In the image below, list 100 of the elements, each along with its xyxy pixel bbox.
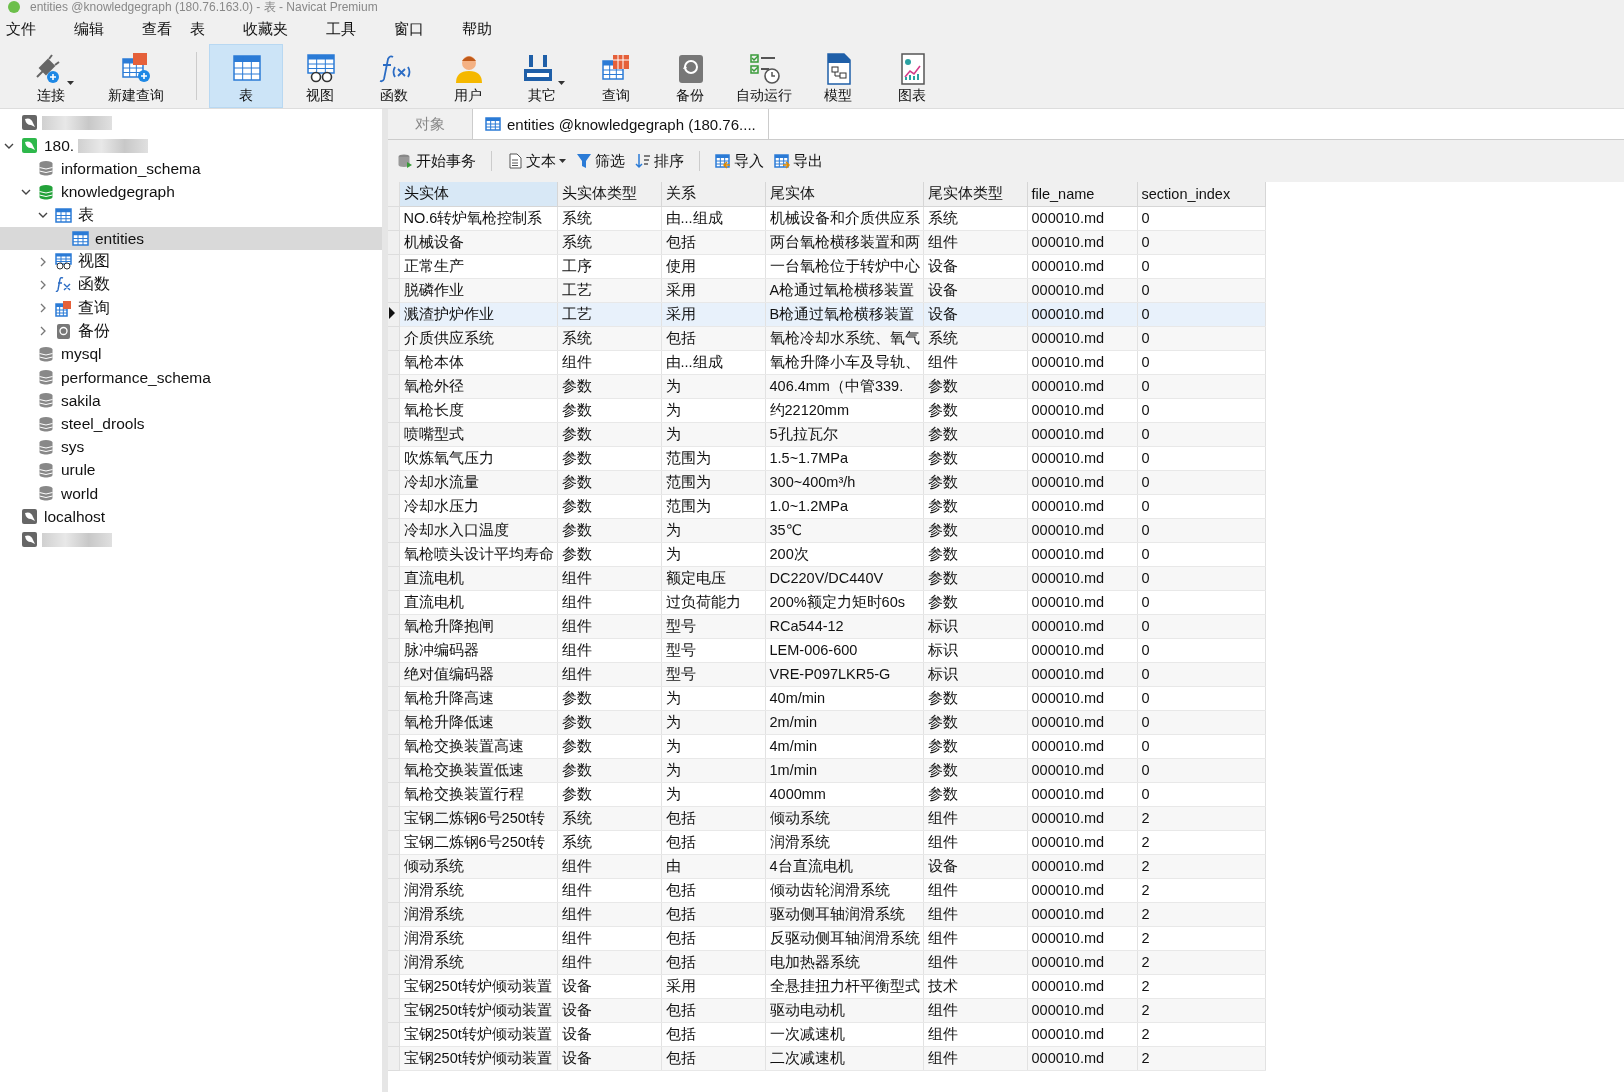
table-cell: 系统: [557, 206, 661, 230]
column-header[interactable]: 尾实体类型: [923, 182, 1027, 206]
tree-item[interactable]: 视图: [0, 250, 382, 274]
table-cell: 2m/min: [765, 710, 923, 734]
column-header[interactable]: 头实体类型: [557, 182, 661, 206]
column-header[interactable]: 头实体: [399, 182, 557, 206]
table-cell: 脉冲编码器: [399, 638, 557, 662]
tree-item[interactable]: urule: [0, 458, 382, 482]
tree-item[interactable]: information_schema: [0, 157, 382, 181]
table-cell: 采用: [661, 302, 765, 326]
table-cell: 0: [1137, 662, 1265, 686]
table-cell: 设备: [923, 302, 1027, 326]
table-cell: 过负荷能力: [661, 590, 765, 614]
toolbar-button[interactable]: 导入: [712, 149, 767, 173]
toolbar-button[interactable]: 自动运行: [727, 44, 801, 108]
table-cell: 参数: [923, 710, 1027, 734]
tree-item[interactable]: knowledgegraph: [0, 180, 382, 204]
table-cell: 组件: [923, 878, 1027, 902]
menu-item[interactable]: 表: [190, 19, 219, 39]
toolbar-button[interactable]: 开始事务: [394, 149, 479, 173]
toolbar-button[interactable]: 文本: [504, 149, 569, 173]
toolbar-button[interactable]: 导出: [771, 149, 826, 173]
column-header[interactable]: 尾实体: [765, 182, 923, 206]
toolbar-button[interactable]: 新建查询: [88, 44, 184, 108]
toolbar-button[interactable]: 连接: [14, 44, 88, 108]
column-header[interactable]: section_index: [1137, 182, 1265, 206]
toolbar-button[interactable]: 视图: [283, 44, 357, 108]
table-cell: 200%额定力矩时60s: [765, 590, 923, 614]
tree-item[interactable]: 查询: [0, 296, 382, 320]
table-cell: 宝钢二炼钢6号250t转: [399, 806, 557, 830]
tree-item[interactable]: steel_drools: [0, 412, 382, 436]
toolbar-button[interactable]: 函数: [357, 44, 431, 108]
table-cell: 0: [1137, 470, 1265, 494]
table-cell: 包括: [661, 926, 765, 950]
table-cell: 组件: [923, 1022, 1027, 1046]
table-cell: VRE-P097LKR5-G: [765, 662, 923, 686]
tree-item[interactable]: 表: [0, 203, 382, 227]
toolbar-button[interactable]: 图表: [875, 44, 949, 108]
menu-item[interactable]: 收藏夹: [243, 19, 302, 39]
column-header[interactable]: file_name: [1027, 182, 1137, 206]
table-cell: 系统: [923, 326, 1027, 350]
table-cell: 000010.md: [1027, 230, 1137, 254]
toolbar-button[interactable]: 表: [209, 44, 283, 108]
table-cell: 氧枪交换装置行程: [399, 782, 557, 806]
tree-item[interactable]: 180.: [0, 134, 382, 158]
table-cell: 采用: [661, 278, 765, 302]
menu-item[interactable]: 帮助: [462, 19, 506, 39]
table-cell: NO.6转炉氧枪控制系: [399, 206, 557, 230]
table-cell: 0: [1137, 230, 1265, 254]
menu-item[interactable]: 窗口: [394, 19, 438, 39]
table-cell: 000010.md: [1027, 854, 1137, 878]
table-cell: 5孔拉瓦尔: [765, 422, 923, 446]
table-cell: 氧枪交换装置高速: [399, 734, 557, 758]
tree-item[interactable]: sakila: [0, 389, 382, 413]
table-cell: B枪通过氧枪横移装置: [765, 302, 923, 326]
table-cell: 参数: [557, 494, 661, 518]
table-cell: 喷嘴型式: [399, 422, 557, 446]
toolbar-button[interactable]: 模型: [801, 44, 875, 108]
table-cell: 一次减速机: [765, 1022, 923, 1046]
tree-item[interactable]: entities: [0, 226, 382, 251]
toolbar-button[interactable]: 用户: [431, 44, 505, 108]
tree-item[interactable]: localhost: [0, 505, 382, 529]
table-cell: 为: [661, 422, 765, 446]
toolbar-button[interactable]: 排序: [632, 149, 687, 173]
menu-item[interactable]: 工具: [326, 19, 370, 39]
table-cell: 0: [1137, 446, 1265, 470]
tree-item[interactable]: performance_schema: [0, 366, 382, 390]
toolbar-button[interactable]: 其它: [505, 44, 579, 108]
table-cell: 0: [1137, 590, 1265, 614]
toolbar-button[interactable]: 备份: [653, 44, 727, 108]
table-cell: 采用: [661, 974, 765, 998]
table-cell: 0: [1137, 350, 1265, 374]
toolbar-button[interactable]: 筛选: [573, 149, 628, 173]
tree-item[interactable]: 备份: [0, 319, 382, 343]
table-cell: 000010.md: [1027, 662, 1137, 686]
tree-item[interactable]: sys: [0, 435, 382, 459]
table-cell: 参数: [923, 566, 1027, 590]
menu-item[interactable]: 文件: [6, 19, 50, 39]
query-table-icon: [119, 51, 153, 85]
table-cell: 000010.md: [1027, 1046, 1137, 1070]
table-cell: 标识: [923, 614, 1027, 638]
column-header[interactable]: 关系: [661, 182, 765, 206]
table-cell: 参数: [557, 470, 661, 494]
table-cell: 为: [661, 542, 765, 566]
tree-item[interactable]: mysql: [0, 342, 382, 367]
table-cell: 0: [1137, 494, 1265, 518]
table-cell: 包括: [661, 902, 765, 926]
table-cell: 包括: [661, 326, 765, 350]
toolbar-button[interactable]: 查询: [579, 44, 653, 108]
table-cell: 直流电机: [399, 590, 557, 614]
menu-item[interactable]: 查看: [142, 19, 186, 39]
table-cell: 系统: [557, 806, 661, 830]
table-cell: 系统: [557, 230, 661, 254]
table-cell: 包括: [661, 806, 765, 830]
table-cell: 宝钢250t转炉倾动装置: [399, 1046, 557, 1070]
tree-item[interactable]: world: [0, 482, 382, 506]
document-icon: [507, 153, 523, 169]
table-cell: 000010.md: [1027, 470, 1137, 494]
menu-item[interactable]: 编辑: [74, 19, 118, 39]
tree-item[interactable]: 函数: [0, 273, 382, 297]
